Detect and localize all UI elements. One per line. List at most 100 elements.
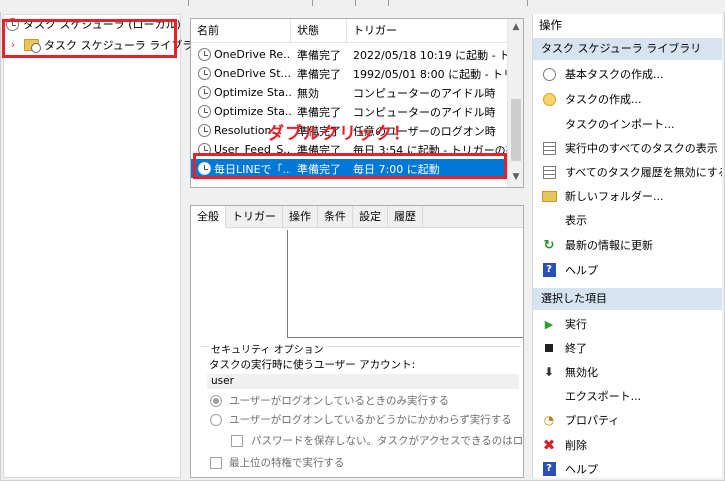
radio-logged-on-only-label: ユーザーがログオンしているときのみ実行する (229, 395, 449, 407)
checkbox-highest-privileges-label: 最上位の特権で実行する (229, 457, 345, 469)
action-help-selected[interactable]: ? ヘルプ (533, 457, 722, 478)
action-label: エクスポート... (565, 390, 642, 403)
task-list-scrollbar[interactable]: ▲ ▼ (507, 19, 523, 187)
radio-run-whether-logged-on-label: ユーザーがログオンしているかどうかにかかわらず実行する (229, 414, 512, 426)
task-status: 準備完了 (297, 48, 341, 62)
list-icon (541, 140, 557, 156)
scroll-down-icon[interactable]: ▼ (508, 169, 523, 185)
action-label: 新しいフォルダー... (565, 190, 664, 203)
task-detail-panel: 全般 トリガー 操作 条件 設定 履歴 セキュリティ オプション タスクの実行時… (190, 205, 524, 478)
radio-run-whether-logged-on[interactable] (210, 414, 222, 426)
action-view[interactable]: 表示 (533, 208, 722, 232)
checkbox-do-not-store-password-label: パスワードを保存しない。タスクがアクセスできるのはロー (251, 435, 524, 447)
tab-history[interactable]: 履歴 (388, 206, 423, 228)
gear-icon: ◔ (543, 413, 555, 427)
action-import-task[interactable]: タスクのインポート... (533, 112, 722, 136)
actions-pane: 操作 タスク スケジューラ ライブラリ 基本タスクの作成... タスクの作成..… (532, 14, 722, 478)
action-label: 実行 (565, 318, 587, 331)
tab-settings[interactable]: 設定 (353, 206, 388, 228)
play-icon: ▶ (544, 317, 554, 331)
action-create-task[interactable]: タスクの作成... (533, 87, 722, 111)
task-name: OneDrive St... (214, 67, 291, 80)
action-label: 最新の情報に更新 (565, 239, 653, 252)
clock-icon (198, 67, 211, 80)
task-row[interactable]: OneDrive Re... 準備完了 2022/05/18 10:19 に起動… (191, 45, 509, 64)
clock-icon (198, 86, 211, 99)
clock-icon (198, 124, 211, 137)
actions-section-library[interactable]: タスク スケジューラ ライブラリ (533, 38, 722, 60)
actions-section-selected[interactable]: 選択した項目 (533, 288, 722, 310)
task-list-header: 名前 状態 トリガー (191, 19, 509, 43)
action-display-running-tasks[interactable]: 実行中のすべてのタスクの表示 (533, 136, 722, 160)
tab-conditions[interactable]: 条件 (318, 206, 353, 228)
task-name: OneDrive Re... (214, 48, 291, 61)
action-label: タスクのインポート... (565, 118, 675, 131)
task-row[interactable]: OneDrive St... 準備完了 1992/05/01 8:00 に起動 … (191, 64, 509, 83)
clock-icon (198, 48, 211, 61)
security-options-title: セキュリティ オプション (209, 341, 326, 356)
action-label: ヘルプ (565, 463, 598, 476)
action-label: 終了 (565, 342, 587, 355)
checkbox-do-not-store-password[interactable] (231, 435, 243, 447)
action-label: ヘルプ (565, 264, 598, 277)
task-status: 準備完了 (297, 105, 341, 119)
column-header-status[interactable]: 状態 (291, 19, 347, 43)
column-header-trigger[interactable]: トリガー (347, 19, 509, 43)
double-click-annotation: ダブルクリック！ (267, 124, 411, 144)
top-strip (0, 0, 725, 12)
library-highlight-box (2, 19, 177, 58)
action-label: 表示 (565, 214, 587, 227)
run-as-user-value: user (207, 374, 519, 389)
help-icon: ? (541, 262, 557, 278)
clock-icon (541, 66, 557, 82)
clock-icon (198, 105, 211, 118)
selected-row-highlight-box (193, 153, 507, 179)
task-status: 無効 (297, 86, 319, 100)
disable-icon: ⬇ (543, 365, 555, 379)
action-create-basic-task[interactable]: 基本タスクの作成... (533, 62, 722, 86)
action-new-folder[interactable]: 新しいフォルダー... (533, 184, 722, 208)
task-row[interactable]: Optimize Sta... 無効 コンピューターのアイドル時 (191, 83, 509, 102)
action-label: 無効化 (565, 366, 598, 379)
task-name: Optimize Sta... (214, 105, 291, 118)
refresh-icon: ↻ (543, 237, 555, 253)
action-label: 実行中のすべてのタスクの表示 (565, 142, 718, 155)
delete-icon: ✖ (542, 436, 556, 454)
action-end[interactable]: 終了 (533, 336, 722, 360)
description-box[interactable] (287, 230, 523, 338)
action-disable[interactable]: ⬇ 無効化 (533, 360, 722, 384)
task-trigger: 1992/05/01 8:00 に起動 - トリ (353, 67, 509, 81)
action-export[interactable]: エクスポート... (533, 384, 722, 408)
tab-general[interactable]: 全般 (191, 206, 226, 228)
actions-header: 操作 (539, 18, 562, 32)
run-as-label: タスクの実行時に使うユーザー アカウント: (209, 359, 416, 371)
stop-icon (541, 340, 557, 356)
column-header-name[interactable]: 名前 (191, 19, 291, 43)
action-label: プロパティ (565, 414, 620, 427)
checkbox-highest-privileges[interactable] (210, 457, 222, 469)
action-refresh[interactable]: ↻ 最新の情報に更新 (533, 233, 722, 257)
scroll-up-icon[interactable]: ▲ (508, 19, 523, 35)
action-disable-all-history[interactable]: すべてのタスク履歴を無効にする (533, 160, 722, 184)
task-trigger: コンピューターのアイドル時 (353, 105, 496, 119)
scroll-thumb[interactable] (511, 99, 521, 161)
navigation-tree: タスク スケジューラ (ローカル) › タスク スケジューラ ライブラリ (3, 14, 204, 478)
folder-icon (541, 188, 557, 204)
radio-logged-on-only[interactable] (210, 395, 222, 407)
task-status: 準備完了 (297, 67, 341, 81)
action-properties[interactable]: ◔ プロパティ (533, 408, 722, 432)
action-delete[interactable]: ✖ 削除 (533, 433, 722, 457)
detail-tabs: 全般 トリガー 操作 条件 設定 履歴 (191, 206, 523, 228)
security-options-group: セキュリティ オプション タスクの実行時に使うユーザー アカウント: user … (201, 341, 524, 476)
action-help-library[interactable]: ? ヘルプ (533, 258, 722, 282)
action-run[interactable]: ▶ 実行 (533, 312, 722, 336)
task-name: Optimize Sta... (214, 86, 291, 99)
list-icon (541, 164, 557, 180)
task-trigger: コンピューターのアイドル時 (353, 86, 496, 100)
action-label: タスクの作成... (565, 93, 642, 106)
tab-actions[interactable]: 操作 (283, 206, 318, 228)
action-label: すべてのタスク履歴を無効にする (565, 166, 722, 179)
tab-triggers[interactable]: トリガー (226, 206, 283, 228)
clock-folder-icon (541, 91, 557, 107)
help-icon: ? (541, 461, 557, 477)
